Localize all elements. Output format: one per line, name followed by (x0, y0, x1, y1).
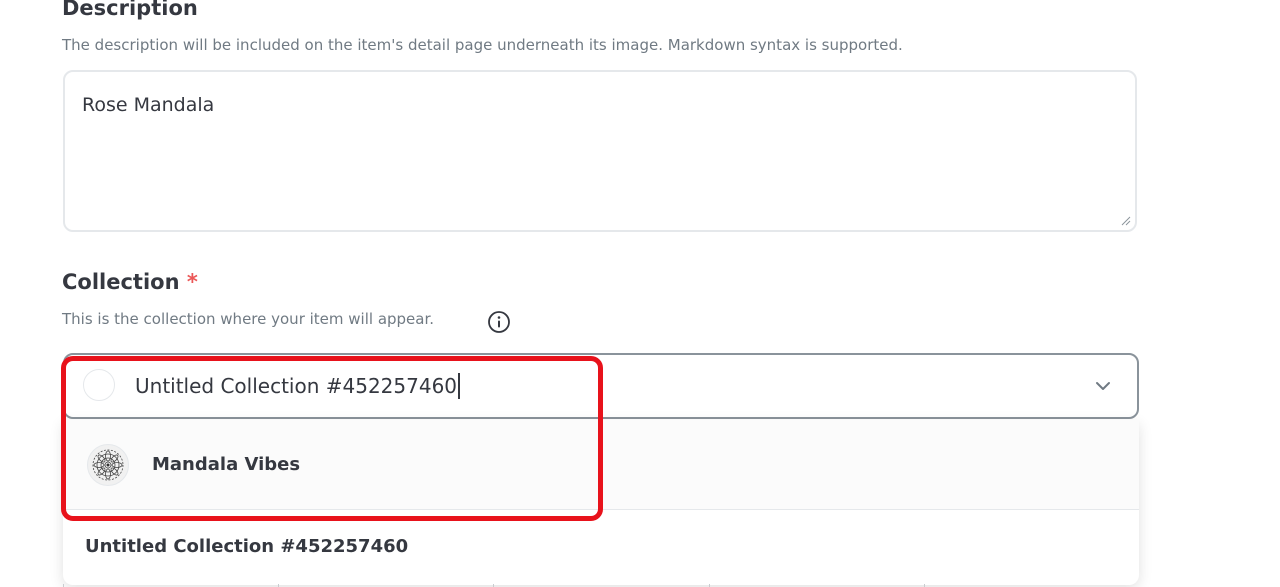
description-title: Description (62, 0, 198, 20)
collection-dropdown-menu: Mandala Vibes Untitled Collection #45225… (63, 420, 1139, 585)
dropdown-option-untitled-collection[interactable]: Untitled Collection #452257460 (63, 511, 1139, 585)
collection-title: Collection * (62, 270, 198, 294)
text-cursor (458, 373, 461, 399)
collection-select[interactable]: Untitled Collection #452257460 (63, 353, 1139, 419)
dropdown-option-label: Mandala Vibes (152, 454, 301, 475)
collection-selected-value: Untitled Collection #452257460 (135, 374, 458, 398)
collection-search-input[interactable]: Untitled Collection #452257460 (135, 373, 461, 399)
description-help-text: The description will be included on the … (62, 36, 903, 54)
collection-title-text: Collection (62, 270, 180, 294)
required-asterisk: * (186, 270, 198, 294)
mandala-avatar-icon (87, 444, 129, 486)
collection-help-text: This is the collection where your item w… (62, 310, 435, 328)
dropdown-option-mandala-vibes[interactable]: Mandala Vibes (63, 420, 1139, 510)
resize-handle-icon[interactable] (1121, 216, 1131, 226)
chevron-down-icon[interactable] (1093, 376, 1113, 396)
info-icon[interactable] (487, 310, 511, 334)
collection-avatar-placeholder (83, 369, 115, 401)
description-value: Rose Mandala (82, 94, 215, 116)
create-item-form: Description The description will be incl… (0, 0, 1280, 587)
dropdown-option-label: Untitled Collection #452257460 (85, 536, 409, 557)
description-textarea[interactable]: Rose Mandala (63, 70, 1137, 232)
